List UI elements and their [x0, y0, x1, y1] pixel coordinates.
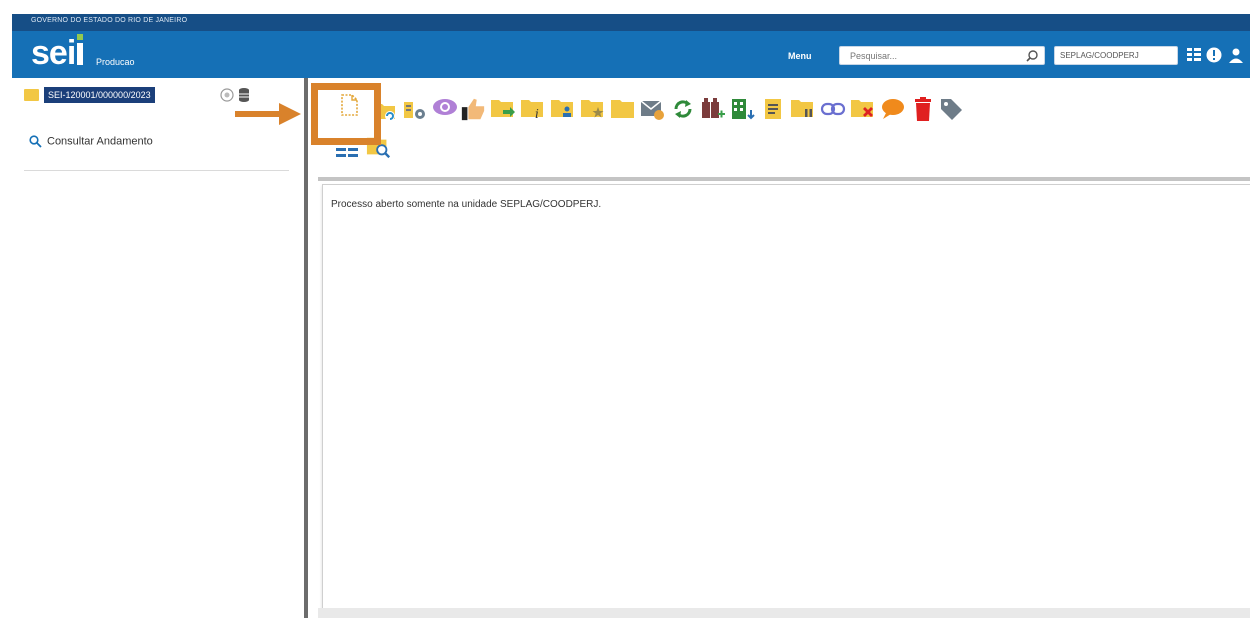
thumbs-up-icon[interactable] [460, 96, 486, 122]
header-bar: sei Producao Menu SEPLAG/COODPERJ [12, 31, 1250, 78]
search-icon[interactable] [1025, 49, 1039, 63]
arrow-icon [235, 103, 301, 125]
link-icon[interactable] [820, 96, 846, 122]
sei-window: GOVERNO DO ESTADO DO RIO DE JANEIRO sei … [12, 14, 1250, 618]
toolbar-separator [318, 177, 1250, 181]
folder-icon[interactable] [610, 96, 636, 122]
user-icon[interactable] [1229, 47, 1243, 63]
list-icon[interactable] [1187, 47, 1201, 62]
process-settings-icon[interactable] [402, 98, 428, 124]
process-content-area: Processo aberto somente na unidade SEPLA… [322, 184, 1250, 614]
bottom-edge [318, 608, 1250, 618]
sei-logo[interactable]: sei [31, 34, 84, 72]
unit-selector[interactable]: SEPLAG/COODPERJ [1054, 46, 1178, 65]
update-process-icon[interactable]: i [520, 96, 546, 122]
building-icon[interactable] [730, 96, 756, 122]
logo-text: sei [31, 34, 76, 72]
note-icon[interactable] [760, 96, 786, 122]
process-number[interactable]: SEI-120001/000000/2023 [44, 87, 155, 103]
consult-progress-link[interactable]: Consultar Andamento [29, 135, 153, 148]
highlight-box [311, 83, 381, 145]
assign-user-icon[interactable] [550, 96, 576, 122]
separator [24, 170, 289, 171]
refresh-icon[interactable] [670, 96, 696, 122]
search-input[interactable] [848, 50, 1022, 62]
view-eye-icon[interactable] [432, 94, 458, 120]
government-name: GOVERNO DO ESTADO DO RIO DE JANEIRO [31, 17, 188, 24]
menu-button[interactable]: Menu [788, 51, 812, 61]
tag-icon[interactable] [938, 96, 964, 122]
left-panel: SEI-120001/000000/2023 Consultar Andamen… [12, 78, 304, 618]
government-bar: GOVERNO DO ESTADO DO RIO DE JANEIRO [12, 14, 1250, 31]
favorite-process-icon[interactable] [580, 96, 606, 122]
expand-icon[interactable] [220, 88, 234, 102]
add-process-icon[interactable] [700, 96, 726, 122]
suspend-process-icon[interactable] [790, 96, 816, 122]
consult-progress-label: Consultar Andamento [47, 135, 153, 148]
folder-icon [24, 89, 39, 101]
search-icon [29, 135, 42, 148]
delete-icon[interactable] [910, 96, 936, 122]
process-status-message: Processo aberto somente na unidade SEPLA… [331, 199, 602, 210]
comment-icon[interactable] [880, 96, 906, 122]
send-email-icon[interactable] [640, 96, 666, 122]
right-panel: i Processo aberto somente na unidade SEP… [308, 78, 1250, 618]
close-process-icon[interactable] [850, 96, 876, 122]
send-process-icon[interactable] [490, 96, 516, 122]
svg-text:i: i [535, 107, 539, 121]
environment-label: Producao [96, 57, 135, 67]
info-icon[interactable] [1206, 47, 1222, 63]
process-toolbar: i [318, 78, 1250, 182]
search-box[interactable] [839, 46, 1045, 65]
